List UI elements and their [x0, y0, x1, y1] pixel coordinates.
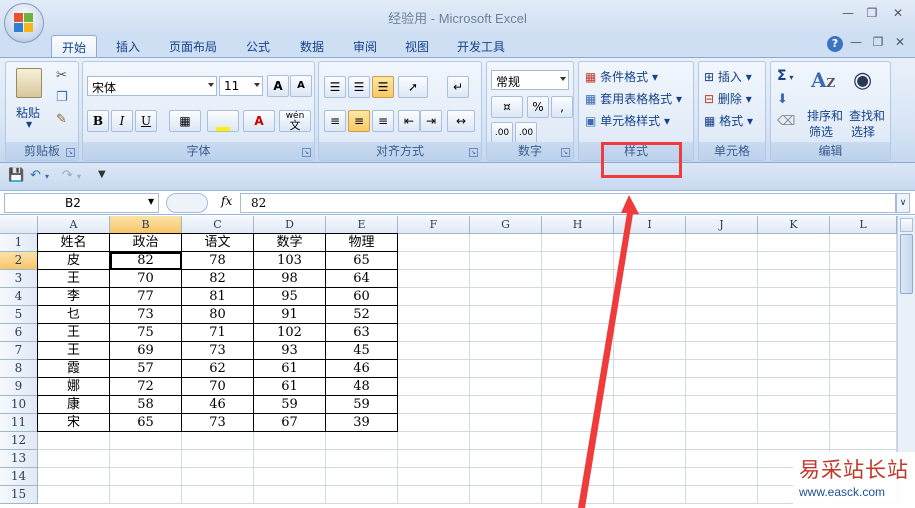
office-logo-icon [14, 13, 34, 33]
watermark: 易采站长站 www.easck.com [793, 452, 915, 508]
office-button[interactable] [4, 3, 44, 43]
annotation-arrow [578, 195, 639, 508]
watermark-brand: 易采站长站 [799, 458, 909, 482]
watermark-url: www.easck.com [799, 485, 886, 499]
